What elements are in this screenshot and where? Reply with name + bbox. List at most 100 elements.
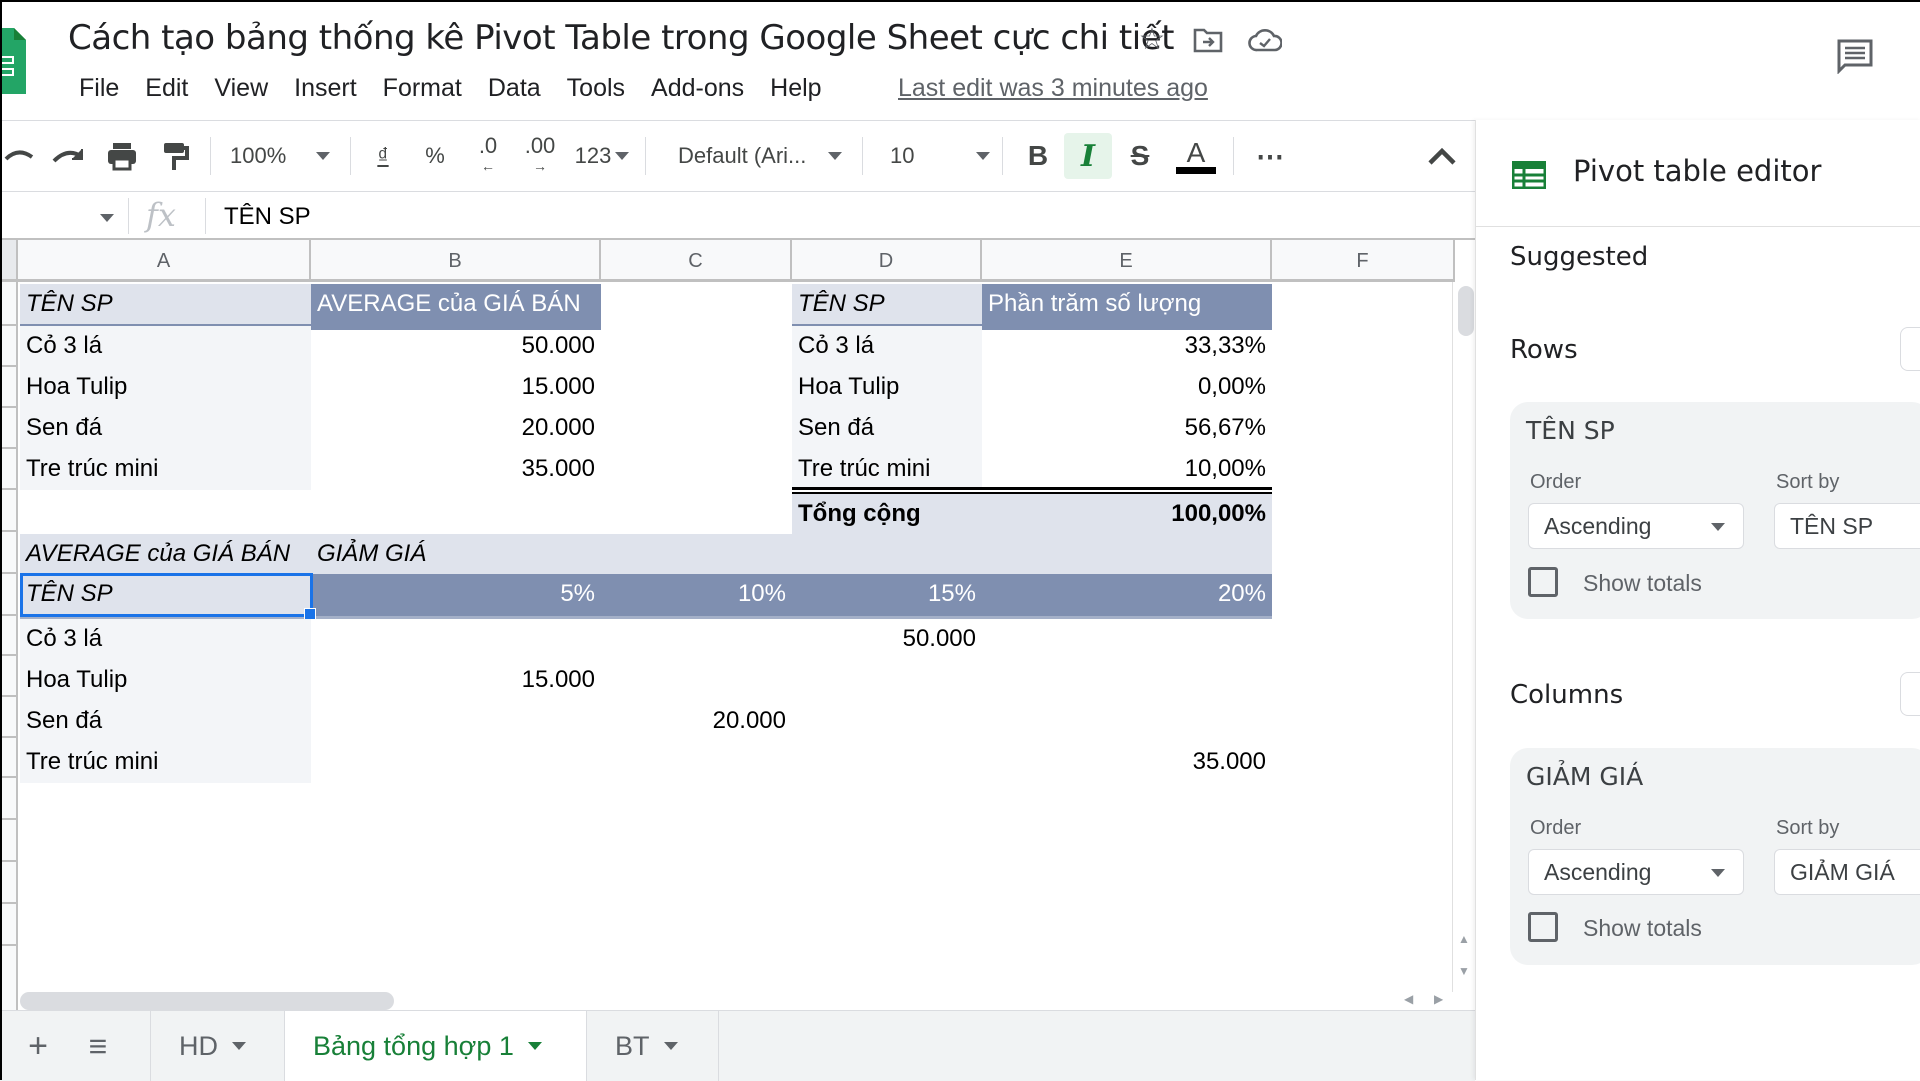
pivot3-row-label[interactable]: Sen đá xyxy=(20,701,311,742)
scroll-up-icon[interactable]: ▲ xyxy=(1458,932,1470,946)
scroll-right-icon[interactable]: ▶ xyxy=(1434,992,1443,1006)
add-row-field-button[interactable] xyxy=(1900,327,1920,371)
pivot3-cell[interactable] xyxy=(792,660,982,701)
vertical-scrollbar-thumb[interactable] xyxy=(1458,286,1474,336)
show-totals-label[interactable]: Show totals xyxy=(1583,570,1702,597)
menu-edit[interactable]: Edit xyxy=(132,74,201,103)
percent-format-button[interactable]: % xyxy=(420,121,450,191)
redo-icon[interactable] xyxy=(50,121,86,191)
pivot3-cell[interactable] xyxy=(601,742,792,783)
pivot3-cell[interactable] xyxy=(982,619,1272,660)
pivot1-row-label[interactable]: Tre trúc mini xyxy=(20,449,311,490)
show-totals-label[interactable]: Show totals xyxy=(1583,915,1702,942)
pivot1-row-label[interactable]: Cỏ 3 lá xyxy=(20,326,311,367)
pivot3-cell[interactable] xyxy=(311,701,601,742)
pivot2-value-header[interactable]: Phần trăm số lượng xyxy=(982,284,1272,324)
pivot2-row-label[interactable]: Cỏ 3 lá xyxy=(792,326,982,367)
column-header-b[interactable]: B xyxy=(311,240,601,282)
pivot2-total-label[interactable]: Tổng cộng xyxy=(792,494,982,534)
cloud-saved-icon[interactable] xyxy=(1248,26,1282,54)
column-header-c[interactable]: C xyxy=(601,240,792,282)
pivot3-column-header[interactable]: 15% xyxy=(792,574,982,616)
pivot1-value-header[interactable]: AVERAGE của GIÁ BÁN xyxy=(311,284,601,324)
column-header-d[interactable]: D xyxy=(792,240,982,282)
currency-format-button[interactable]: ₫ xyxy=(368,121,398,191)
scroll-down-icon[interactable]: ▼ xyxy=(1458,964,1470,978)
spreadsheet-grid[interactable]: A B C D E F TÊN SP AVERAGE của GIÁ BÁN C… xyxy=(0,240,1475,1010)
select-all-corner[interactable] xyxy=(0,240,18,282)
star-icon[interactable]: ☆ xyxy=(1134,22,1170,58)
zoom-select[interactable]: 100% xyxy=(230,121,340,191)
pivot3-cell[interactable] xyxy=(311,619,601,660)
menu-data[interactable]: Data xyxy=(475,74,554,103)
scroll-left-icon[interactable]: ◀ xyxy=(1404,992,1413,1006)
collapse-toolbar-icon[interactable] xyxy=(1424,121,1460,191)
pivot1-row-value[interactable]: 50.000 xyxy=(311,326,601,367)
pivot3-cell[interactable]: 50.000 xyxy=(792,619,982,660)
pivot3-cell[interactable] xyxy=(311,742,601,783)
pivot3-row-label[interactable]: Tre trúc mini xyxy=(20,742,311,783)
pivot2-row-value[interactable]: 10,00% xyxy=(982,449,1272,487)
text-color-button[interactable]: A xyxy=(1174,121,1218,191)
font-family-select[interactable]: Default (Ari... xyxy=(678,121,848,191)
menu-add-ons[interactable]: Add-ons xyxy=(638,74,757,103)
column-header-a[interactable]: A xyxy=(18,240,311,282)
move-to-folder-icon[interactable] xyxy=(1192,26,1224,54)
menu-view[interactable]: View xyxy=(201,74,281,103)
menu-file[interactable]: File xyxy=(66,74,132,103)
document-title[interactable]: Cách tạo bảng thống kê Pivot Table trong… xyxy=(68,18,1174,58)
show-totals-checkbox[interactable] xyxy=(1528,912,1558,942)
sort-by-select[interactable]: GIẢM GIÁ xyxy=(1774,849,1920,895)
pivot3-cell[interactable] xyxy=(982,660,1272,701)
pivot2-row-label[interactable]: Tre trúc mini xyxy=(792,449,982,487)
decrease-decimal-button[interactable]: .0 ← xyxy=(468,121,508,191)
all-sheets-button[interactable]: ≡ xyxy=(78,1011,118,1081)
pivot2-row-value[interactable]: 56,67% xyxy=(982,408,1272,449)
pivot2-row-header[interactable]: TÊN SP xyxy=(792,284,982,324)
pivot1-row-value[interactable]: 20.000 xyxy=(311,408,601,449)
pivot2-row-label[interactable]: Hoa Tulip xyxy=(792,367,982,408)
pivot3-cell[interactable] xyxy=(982,701,1272,742)
pivot3-cell[interactable] xyxy=(601,619,792,660)
pivot2-row-label[interactable]: Sen đá xyxy=(792,408,982,449)
column-header-f[interactable]: F xyxy=(1272,240,1455,282)
menu-help[interactable]: Help xyxy=(757,74,834,103)
strikethrough-button[interactable]: S xyxy=(1122,121,1158,191)
pivot3-column-header[interactable]: 20% xyxy=(982,574,1272,616)
pivot3-cell[interactable]: 35.000 xyxy=(982,742,1272,783)
column-header-e[interactable]: E xyxy=(982,240,1272,282)
pivot3-value-label[interactable]: AVERAGE của GIÁ BÁN xyxy=(20,534,320,574)
pivot3-cell[interactable] xyxy=(792,701,982,742)
menu-format[interactable]: Format xyxy=(370,74,475,103)
more-options-button[interactable]: ⋯ xyxy=(1250,121,1290,191)
order-select[interactable]: Ascending xyxy=(1528,849,1744,895)
last-edit-link[interactable]: Last edit was 3 minutes ago xyxy=(898,74,1208,103)
sheet-tab-hd[interactable]: HD xyxy=(150,1011,285,1081)
pivot2-row-value[interactable]: 0,00% xyxy=(982,367,1272,408)
pivot1-row-header[interactable]: TÊN SP xyxy=(20,284,311,324)
pivot3-column-header[interactable]: 5% xyxy=(311,574,601,616)
pivot1-row-value[interactable]: 15.000 xyxy=(311,367,601,408)
paint-format-icon[interactable] xyxy=(158,121,190,191)
pivot3-cell[interactable]: 20.000 xyxy=(601,701,792,742)
comments-icon[interactable] xyxy=(1836,38,1874,74)
name-box-dropdown-icon[interactable] xyxy=(100,214,114,222)
italic-button[interactable]: I xyxy=(1064,133,1112,179)
row-headers[interactable] xyxy=(0,282,18,1010)
bold-button[interactable]: B xyxy=(1020,121,1056,191)
pivot1-row-label[interactable]: Hoa Tulip xyxy=(20,367,311,408)
add-column-field-button[interactable] xyxy=(1900,672,1920,716)
formula-input[interactable]: TÊN SP xyxy=(224,203,311,231)
sort-by-select[interactable]: TÊN SP xyxy=(1774,503,1920,549)
google-sheets-logo-icon[interactable] xyxy=(0,28,26,94)
pivot3-row-label[interactable]: Cỏ 3 lá xyxy=(20,619,311,660)
undo-icon[interactable] xyxy=(2,121,38,191)
increase-decimal-button[interactable]: .00 → xyxy=(518,121,562,191)
pivot3-row-label[interactable]: Hoa Tulip xyxy=(20,660,311,701)
vertical-scrollbar[interactable] xyxy=(1452,282,1476,992)
add-sheet-button[interactable]: + xyxy=(18,1011,58,1081)
pivot1-row-value[interactable]: 35.000 xyxy=(311,449,601,490)
pivot3-cell[interactable]: 15.000 xyxy=(311,660,601,701)
horizontal-scrollbar-thumb[interactable] xyxy=(20,992,394,1010)
more-formats-button[interactable]: 123 xyxy=(572,121,632,191)
